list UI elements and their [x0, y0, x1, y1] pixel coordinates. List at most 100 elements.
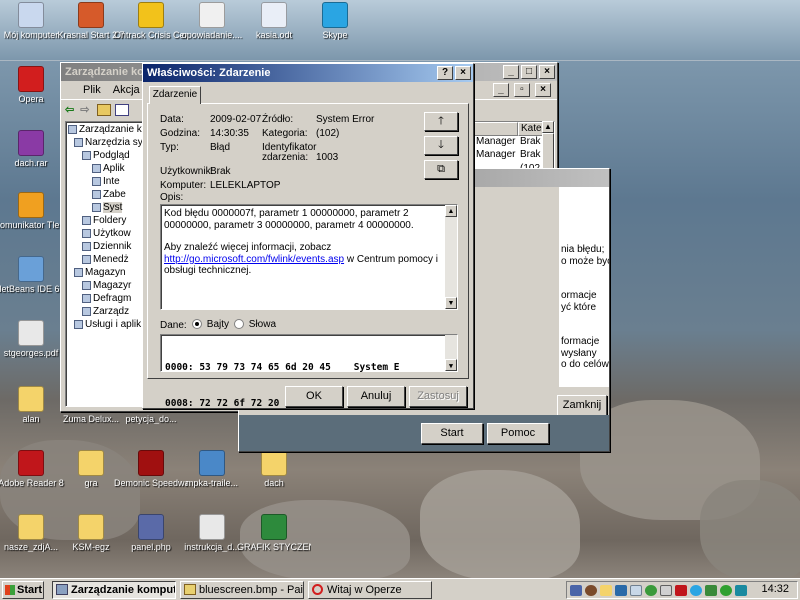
- computer-value: LELEKLAPTOP: [210, 180, 281, 191]
- tree-item[interactable]: Foldery: [82, 215, 126, 226]
- antivirus-icon[interactable]: [585, 585, 597, 596]
- maximize-button[interactable]: □: [521, 65, 537, 79]
- previous-event-button[interactable]: 🡑: [424, 112, 458, 131]
- tree-node-icon: [82, 241, 91, 251]
- tree-item[interactable]: Podgląd: [82, 150, 130, 161]
- desktop-icon[interactable]: Komunikator Tlen.pl: [0, 192, 68, 230]
- event-category-cell: Brak: [520, 149, 541, 161]
- next-event-button[interactable]: 🡓: [424, 136, 458, 155]
- mdi-restore-button[interactable]: ▫: [513, 83, 530, 97]
- desktop-icon[interactable]: dach.rar: [0, 130, 68, 168]
- ok-button[interactable]: OK: [285, 386, 343, 407]
- tree-item[interactable]: Syst: [92, 202, 123, 213]
- netbeans-icon: [18, 256, 44, 282]
- speaker-icon[interactable]: [615, 585, 627, 596]
- monitor-icon[interactable]: [660, 585, 672, 596]
- help-link[interactable]: http://go.microsoft.com/fwlink/events.as…: [164, 254, 344, 265]
- desktop-icon[interactable]: dach: [237, 450, 311, 488]
- pdf-icon: [18, 320, 44, 346]
- radio-words[interactable]: Słowa: [234, 319, 276, 330]
- tree-node-icon: [82, 215, 91, 225]
- tree-item[interactable]: Menedż: [82, 254, 129, 265]
- hex-scroll-down-icon[interactable]: ▼: [445, 359, 457, 371]
- clock[interactable]: 14:32: [761, 583, 789, 595]
- tree-item[interactable]: Dziennik: [82, 241, 131, 252]
- tree-item[interactable]: Magazyn: [74, 267, 126, 278]
- taskbar: Start Zarządzanie kompute... bluescreen.…: [0, 578, 800, 600]
- back-arrow-icon[interactable]: ⇦: [65, 103, 74, 116]
- description-scrollbar[interactable]: ▲ ▼: [445, 205, 457, 309]
- event-properties-dialog[interactable]: Właściwości: Zdarzenie ? × Zdarzenie Dat…: [142, 63, 474, 409]
- radio-unchecked-icon: [234, 319, 244, 330]
- help-question-button[interactable]: ?: [437, 66, 453, 80]
- tree-item-label: Defragm: [93, 293, 132, 304]
- minimize-button[interactable]: _: [503, 65, 519, 79]
- task-opera[interactable]: Witaj w Operze: [308, 581, 432, 599]
- menu-action[interactable]: Akcja: [113, 84, 140, 96]
- tree-node-icon: [82, 306, 91, 316]
- cloud-icon[interactable]: [630, 585, 642, 596]
- tree-item[interactable]: Aplik: [92, 163, 125, 174]
- tree-item[interactable]: Defragm: [82, 293, 131, 304]
- show-tree-icon[interactable]: [115, 103, 130, 116]
- windows-logo-icon: [5, 585, 15, 595]
- hex-data-box[interactable]: 0000: 53 79 73 74 65 6d 20 45 System E 0…: [160, 334, 458, 409]
- antivirus-shield-icon[interactable]: [720, 585, 732, 596]
- desktop-icon[interactable]: Opera: [0, 66, 68, 104]
- tree-node-icon: [82, 293, 91, 303]
- skype-tray-icon[interactable]: [690, 585, 702, 596]
- tree-item[interactable]: Narzędzia sy: [74, 137, 143, 148]
- pdf-icon: [199, 514, 225, 540]
- desc-scroll-down-icon[interactable]: ▼: [445, 297, 457, 309]
- network-icon[interactable]: [570, 585, 582, 596]
- mdi-close-button[interactable]: ×: [535, 83, 551, 97]
- tree-pane[interactable]: Zarządzanie kom Narzędzia sy Podgląd Aplik I…: [65, 121, 149, 407]
- refresh-icon[interactable]: [645, 585, 657, 596]
- tree-item[interactable]: Zarządzanie kom: [68, 124, 148, 135]
- battery-icon[interactable]: [705, 585, 717, 596]
- gnome-icon: [78, 2, 104, 28]
- description-box[interactable]: Kod błędu 0000007f, parametr 1 00000000,…: [160, 204, 458, 310]
- tree-item[interactable]: Zabe: [92, 189, 126, 200]
- tree-node-icon: [82, 150, 91, 160]
- folder-tray-icon[interactable]: [600, 585, 612, 596]
- tree-item[interactable]: Zarządz: [82, 306, 129, 317]
- pdf-tray-icon[interactable]: [675, 585, 687, 596]
- apply-button[interactable]: Zastosuj: [409, 386, 467, 407]
- scroll-up-icon[interactable]: ▲: [542, 121, 554, 133]
- copy-button[interactable]: ⧉: [424, 160, 458, 179]
- time-value: 14:30:35: [210, 128, 249, 139]
- event-properties-titlebar[interactable]: Właściwości: Zdarzenie ? ×: [143, 64, 473, 82]
- tree-item[interactable]: Inte: [92, 176, 120, 187]
- hex-scrollbar[interactable]: ▲ ▼: [445, 335, 457, 371]
- radio-bytes[interactable]: Bajty: [192, 319, 229, 330]
- forward-arrow-icon[interactable]: ⇨: [80, 103, 89, 116]
- close-dialog-button[interactable]: Zamknij: [557, 395, 607, 416]
- tree-item[interactable]: Magazyr: [82, 280, 131, 291]
- event-source-cell: Manager: [476, 136, 516, 147]
- desc-scroll-up-icon[interactable]: ▲: [445, 205, 457, 217]
- close-button[interactable]: ×: [539, 65, 555, 79]
- messenger-icon[interactable]: [735, 585, 747, 596]
- desktop-icon[interactable]: stgeorges.pdf: [0, 320, 68, 358]
- opera-icon: [312, 584, 323, 595]
- up-folder-icon[interactable]: [97, 103, 112, 116]
- category-label: Kategoria:: [262, 128, 308, 139]
- list-header-source[interactable]: [474, 122, 518, 136]
- mdi-minimize-button[interactable]: _: [492, 83, 509, 97]
- start-menu-button[interactable]: Start: [2, 581, 44, 599]
- tree-item[interactable]: Użytkow: [82, 228, 131, 239]
- desktop-icon[interactable]: NetBeans IDE 6.1: [0, 256, 68, 294]
- cancel-button[interactable]: Anuluj: [347, 386, 405, 407]
- dialog-close-button[interactable]: ×: [455, 66, 471, 80]
- tab-event[interactable]: Zdarzenie: [149, 86, 201, 104]
- desktop-icon[interactable]: Skype: [298, 2, 372, 40]
- task-computer-management[interactable]: Zarządzanie kompute...: [52, 581, 176, 599]
- help-button[interactable]: Pomoc: [487, 423, 549, 444]
- tree-item[interactable]: Usługi i aplik: [74, 319, 141, 330]
- task-paint[interactable]: bluescreen.bmp - Paint: [180, 581, 304, 599]
- menu-file[interactable]: Plik: [83, 84, 101, 96]
- folder-icon: [18, 386, 44, 412]
- tree-node-icon: [82, 254, 91, 264]
- desktop-icon[interactable]: GRAFIK STYCZEŃ.xls: [237, 514, 311, 552]
